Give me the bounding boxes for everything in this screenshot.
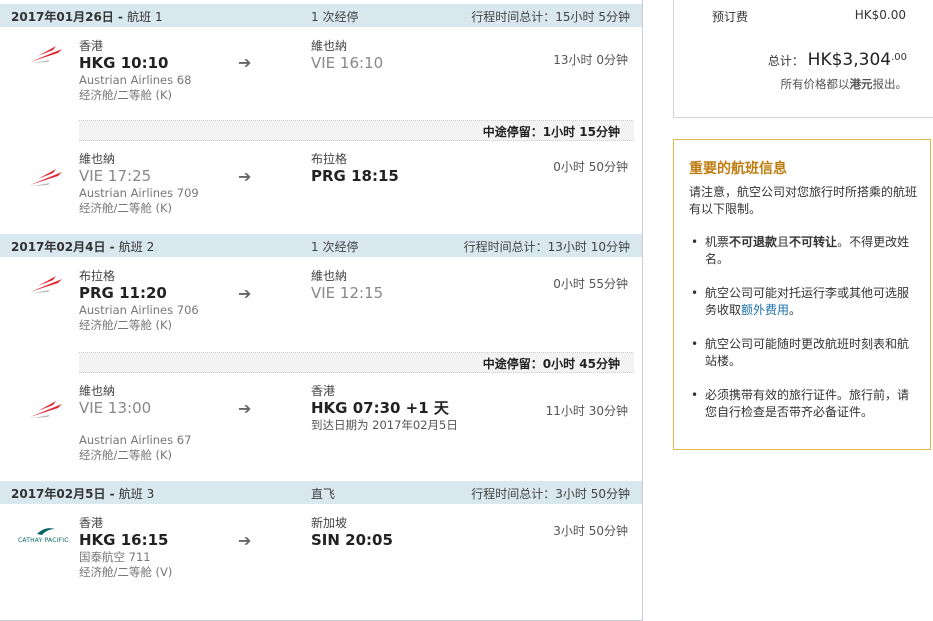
arrow-right-icon: ➔	[238, 284, 252, 303]
section-stops: 1 次经停	[311, 240, 359, 254]
segment-duration: 13小时 0分钟	[553, 53, 628, 67]
extra-fees-link[interactable]: 额外费用	[741, 303, 789, 317]
layover-bar: 中途停留：1小时 15分钟	[79, 120, 634, 141]
flight-section-header-3: 2017年02月5日 - 航班 3 直飞 行程时间总计：3小时 50分钟	[0, 481, 642, 504]
departure: 維也納 VIE 17:25 Austrian Airlines 709 经济舱/…	[79, 152, 199, 216]
departure-city: 維也納	[79, 384, 116, 398]
booking-fee-label: 预订费	[712, 10, 749, 24]
flight-number: Austrian Airlines 68	[79, 73, 192, 87]
departure-city: 香港	[79, 516, 104, 530]
austrian-airlines-logo	[30, 46, 62, 63]
section-stops: 直飞	[311, 487, 336, 501]
itinerary-panel: 2017年01月26日 - 航班 1 1 次经停 行程时间总计：15小时 5分钟…	[0, 0, 643, 621]
austrian-airlines-logo	[30, 169, 62, 186]
price-summary-panel: — 预订费 HK$0.00 总计： HK$3,304.00 所有价格都以港元报出…	[673, 0, 933, 118]
flight-number: Austrian Airlines 706	[79, 303, 199, 317]
departure-time: PRG 11:20	[79, 284, 167, 302]
section-stops: 1 次经停	[311, 10, 359, 24]
total-price: 总计： HK$3,304.00	[768, 50, 907, 70]
departure-time: VIE 13:00	[79, 399, 152, 417]
segment-duration: 0小时 50分钟	[553, 160, 628, 174]
total-cents: .00	[891, 52, 907, 63]
cathay-logo-text: CATHAY PACIFIC	[18, 537, 69, 544]
departure: 維也納 VIE 13:00 Austrian Airlines 67 经济舱/二…	[79, 384, 191, 463]
arrival-city: 新加坡	[311, 516, 348, 530]
arrow-right-icon: ➔	[238, 167, 252, 186]
cabin-class: 经济舱/二等舱 (K)	[79, 318, 173, 332]
arrow-right-icon: ➔	[238, 399, 252, 418]
bullet-icon: •	[691, 235, 699, 249]
arrival-time: HKG 07:30 +1 天	[311, 399, 449, 417]
section-total-time: 行程时间总计：15小时 5分钟	[471, 10, 630, 24]
segment-duration: 3小时 50分钟	[553, 524, 628, 538]
bullet-icon: •	[691, 388, 699, 402]
section-total-time: 行程时间总计：3小时 50分钟	[471, 487, 630, 501]
arrival-time: VIE 12:15	[311, 284, 384, 302]
departure-time: VIE 17:25	[79, 167, 152, 185]
cabin-class: 经济舱/二等舱 (K)	[79, 448, 173, 462]
section-date: 2017年01月26日 - 航班 1	[11, 10, 163, 24]
segment-duration: 0小时 55分钟	[553, 277, 628, 291]
arrival-city: 布拉格	[311, 152, 348, 166]
cathay-pacific-logo: CATHAY PACIFIC	[18, 526, 74, 546]
arrival-city: 香港	[311, 384, 336, 398]
list-item: • 必须携带有效的旅行证件。旅行前，请您自行检查是否带齐必备证件。	[691, 388, 910, 419]
segment-duration: 11小时 30分钟	[545, 404, 628, 418]
cabin-class: 经济舱/二等舱 (K)	[79, 88, 173, 102]
flight-number: Austrian Airlines 67	[79, 433, 192, 447]
arrow-right-icon: ➔	[238, 53, 252, 72]
layover-label: 中途停留：1小时 15分钟	[482, 125, 620, 139]
departure-city: 香港	[79, 39, 104, 53]
info-intro: 请注意，航空公司对您旅行时所搭乘的航班有以下限制。	[689, 185, 918, 216]
cathay-brushwing-icon	[37, 528, 55, 535]
flight-number: Austrian Airlines 709	[79, 186, 199, 200]
departure: 香港 HKG 16:15 国泰航空 711 经济舱/二等舱 (V)	[79, 516, 172, 580]
section-total-time: 行程时间总计：13小时 10分钟	[463, 240, 630, 254]
list-item: • 机票不可退款且不可转让。不得更改姓名。	[691, 235, 910, 266]
booking-fee-value: HK$0.00	[854, 8, 906, 22]
flight-number: 国泰航空 711	[79, 550, 151, 564]
flight-section-header-1: 2017年01月26日 - 航班 1 1 次经停 行程时间总计：15小时 5分钟	[0, 4, 642, 27]
departure: 布拉格 PRG 11:20 Austrian Airlines 706 经济舱/…	[79, 269, 199, 333]
arrival: 布拉格 PRG 18:15	[311, 152, 399, 186]
total-label: 总计：	[767, 54, 804, 68]
layover-bar: 中途停留：0小时 45分钟	[79, 352, 634, 373]
departure-time: HKG 10:10	[79, 54, 169, 72]
arrival: 香港 HKG 07:30 +1 天 到达日期为 2017年02月5日	[311, 384, 458, 433]
booking-fee-row: 预订费 HK$0.00	[712, 8, 906, 25]
info-title: 重要的航班信息	[689, 161, 787, 177]
section-date: 2017年02月4日 - 航班 2	[11, 240, 155, 254]
arrival-city: 維也納	[311, 269, 348, 283]
currency-note: 所有价格都以港元报出。	[780, 77, 908, 91]
section-date: 2017年02月5日 - 航班 3	[11, 487, 155, 501]
cabin-class: 经济舱/二等舱 (K)	[79, 201, 173, 215]
arrival: 新加坡 SIN 20:05	[311, 516, 393, 550]
bullet-icon: •	[691, 286, 699, 300]
cabin-class: 经济舱/二等舱 (V)	[79, 565, 173, 579]
bullet-icon: •	[691, 337, 699, 351]
departure: 香港 HKG 10:10 Austrian Airlines 68 经济舱/二等…	[79, 39, 191, 103]
arrival-time: PRG 18:15	[311, 167, 399, 185]
flight-section-header-2: 2017年02月4日 - 航班 2 1 次经停 行程时间总计：13小时 10分钟	[0, 234, 642, 257]
list-item: • 航空公司可能随时更改航班时刻表和航站楼。	[691, 337, 910, 368]
arrival-date-note: 到达日期为 2017年02月5日	[311, 418, 458, 432]
arrival-time: SIN 20:05	[311, 531, 393, 549]
list-item: • 航空公司可能对托运行李或其他可选服务收取额外费用。	[691, 286, 910, 317]
departure-time: HKG 16:15	[79, 531, 169, 549]
flight-segment: CATHAY PACIFIC 香港 HKG 16:15 国泰航空 711 经济舱…	[0, 510, 642, 620]
important-flight-info-panel: 重要的航班信息 请注意，航空公司对您旅行时所搭乘的航班有以下限制。 • 机票不可退…	[673, 139, 931, 450]
arrival-time: VIE 16:10	[311, 54, 384, 72]
arrival: 維也納 VIE 16:10	[311, 39, 383, 73]
flight-segment: 維也納 VIE 13:00 Austrian Airlines 67 经济舱/二…	[0, 378, 642, 488]
restriction-list: • 机票不可退款且不可转让。不得更改姓名。 • 航空公司可能对托运行李或其他可选服务…	[689, 234, 919, 438]
arrival-city: 維也納	[311, 39, 348, 53]
total-value: HK$3,304	[807, 50, 892, 70]
arrow-right-icon: ➔	[238, 531, 252, 550]
departure-city: 維也納	[79, 152, 116, 166]
arrival: 維也納 VIE 12:15	[311, 269, 383, 303]
austrian-airlines-logo	[30, 276, 62, 293]
departure-city: 布拉格	[79, 269, 116, 283]
austrian-airlines-logo	[30, 401, 62, 418]
layover-label: 中途停留：0小时 45分钟	[482, 357, 620, 371]
